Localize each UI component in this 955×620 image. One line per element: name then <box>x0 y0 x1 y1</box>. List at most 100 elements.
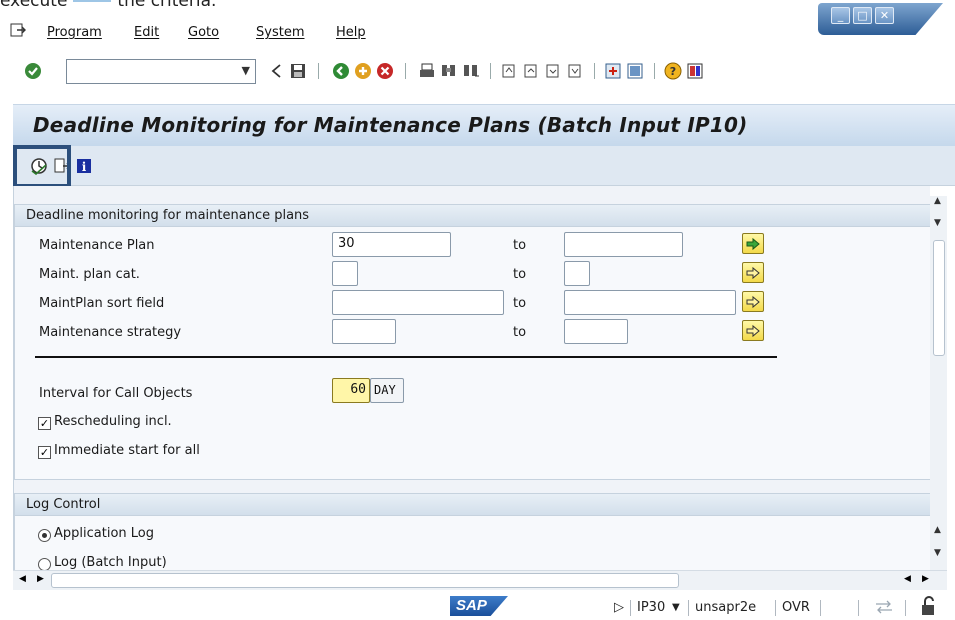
application-toolbar: i <box>13 146 955 186</box>
layout-menu-icon[interactable] <box>686 62 704 80</box>
separator-line <box>35 356 777 358</box>
to-label: to <box>513 296 527 311</box>
maintenance-plan-to-input[interactable] <box>564 232 683 257</box>
first-page-icon[interactable] <box>500 62 518 80</box>
group-heading: Deadline monitoring for maintenance plan… <box>15 205 930 227</box>
scroll-up-icon[interactable]: ▲ <box>934 196 941 206</box>
scroll-right-icon[interactable]: ▶ <box>37 574 44 584</box>
arrow-right-icon <box>746 266 760 280</box>
maintenance-strategy-to-input[interactable] <box>564 319 628 344</box>
interval-label: Interval for Call Objects <box>39 386 193 401</box>
transaction-code: IP30 <box>637 600 666 615</box>
arrow-right-icon <box>746 324 760 338</box>
vertical-scrollbar[interactable]: ▲ ▼ ▲ ▼ <box>930 196 947 570</box>
menu-bar: Program Edit Goto System Help <box>0 19 955 45</box>
instruction-prefix: execute <box>0 0 68 11</box>
to-label: to <box>513 238 527 253</box>
menu-system[interactable]: System <box>256 25 304 40</box>
interval-input[interactable]: 60 <box>332 378 370 403</box>
create-session-icon[interactable] <box>604 62 622 80</box>
to-label: to <box>513 267 527 282</box>
scroll-right-icon[interactable]: ▶ <box>922 574 929 584</box>
find-icon[interactable] <box>440 62 458 80</box>
scroll-down-icon[interactable]: ▼ <box>934 218 941 228</box>
menu-help[interactable]: Help <box>336 25 366 40</box>
interval-unit-field: DAY <box>370 378 404 403</box>
previous-page-icon[interactable] <box>522 62 540 80</box>
svg-text:i: i <box>82 160 87 174</box>
status-bar: SAP ▷ IP30 ▼ unsapr2e OVR <box>0 592 955 620</box>
menu-program[interactable]: Program <box>47 25 102 40</box>
maintplan-sort-field-label: MaintPlan sort field <box>39 296 165 311</box>
information-icon[interactable]: i <box>75 157 93 175</box>
selection-screen: Deadline monitoring for maintenance plan… <box>13 186 931 573</box>
group-heading: Log Control <box>15 494 930 516</box>
execute-highlight-frame <box>13 145 71 188</box>
command-field[interactable]: ▼ <box>66 59 256 84</box>
maintenance-plan-label: Maintenance Plan <box>39 238 155 253</box>
to-label: to <box>513 325 527 340</box>
scroll-left-icon[interactable]: ◀ <box>19 574 26 584</box>
scroll-thumb[interactable] <box>51 573 679 588</box>
last-page-icon[interactable] <box>566 62 584 80</box>
instruction-text: execute the criteria. <box>0 0 216 11</box>
chevron-down-icon[interactable]: ▼ <box>672 602 680 613</box>
title-band: Deadline Monitoring for Maintenance Plan… <box>13 104 955 146</box>
chevron-down-icon[interactable]: ▼ <box>242 64 250 77</box>
exit-menu-icon[interactable] <box>10 23 26 37</box>
save-icon[interactable] <box>289 62 307 80</box>
batch-input-log-label: Log (Batch Input) <box>54 555 167 570</box>
sap-logo-text: SAP <box>456 597 487 614</box>
instruction-blank <box>73 0 112 2</box>
help-icon[interactable]: ? <box>664 62 682 80</box>
maintplan-sort-field-from-input[interactable] <box>332 290 504 315</box>
radio-application-log[interactable] <box>38 529 51 542</box>
maintplan-sort-field-to-input[interactable] <box>564 290 736 315</box>
multiple-selection-button[interactable] <box>742 262 764 283</box>
shortcut-icon[interactable] <box>626 62 644 80</box>
cancel-icon[interactable] <box>376 62 394 80</box>
arrow-right-icon <box>746 237 760 251</box>
svg-text:?: ? <box>670 65 676 78</box>
arrow-right-icon <box>746 295 760 309</box>
rescheduling-label: Rescheduling incl. <box>54 414 172 429</box>
maintenance-plan-from-input[interactable]: 30 <box>332 232 451 257</box>
scroll-left-icon[interactable]: ◀ <box>904 574 911 584</box>
lock-icon <box>922 596 934 615</box>
menu-goto[interactable]: Goto <box>188 25 219 40</box>
multiple-selection-button[interactable] <box>742 233 764 254</box>
horizontal-scrollbar[interactable]: ◀ ▶ ◀ ▶ <box>13 570 947 590</box>
menu-edit[interactable]: Edit <box>134 25 159 40</box>
maintenance-strategy-label: Maintenance strategy <box>39 325 182 340</box>
group-deadline-monitoring: Deadline monitoring for maintenance plan… <box>14 204 931 480</box>
input-mode: OVR <box>782 600 810 615</box>
immediate-start-label: Immediate start for all <box>54 443 200 458</box>
multiple-selection-button[interactable] <box>742 320 764 341</box>
play-icon[interactable]: ▷ <box>614 600 624 615</box>
page-title: Deadline Monitoring for Maintenance Plan… <box>33 113 748 137</box>
maint-plan-cat-from-input[interactable] <box>332 261 358 286</box>
multiple-selection-button[interactable] <box>742 291 764 312</box>
save-history-icon[interactable] <box>268 62 286 80</box>
find-next-icon[interactable] <box>462 62 480 80</box>
connection-icon <box>876 600 892 614</box>
rescheduling-checkbox[interactable]: ✓ <box>38 417 51 430</box>
scroll-thumb[interactable] <box>933 240 945 356</box>
scroll-down-icon[interactable]: ▼ <box>934 548 941 558</box>
back-icon[interactable] <box>332 62 350 80</box>
sap-logo: SAP <box>450 596 508 616</box>
maintenance-strategy-from-input[interactable] <box>332 319 396 344</box>
enter-icon[interactable] <box>24 62 42 80</box>
scroll-up-icon[interactable]: ▲ <box>934 525 941 535</box>
instruction-suffix: the criteria. <box>117 0 217 11</box>
next-page-icon[interactable] <box>544 62 562 80</box>
server-name: unsapr2e <box>695 600 757 615</box>
standard-toolbar: ▼ ? <box>0 55 955 87</box>
maint-plan-cat-to-input[interactable] <box>564 261 590 286</box>
maint-plan-cat-label: Maint. plan cat. <box>39 267 140 282</box>
application-log-label: Application Log <box>54 526 154 541</box>
exit-icon[interactable] <box>354 62 372 80</box>
print-icon[interactable] <box>418 62 436 80</box>
group-log-control: Log Control Application Log Log (Batch I… <box>14 493 931 573</box>
immediate-start-checkbox[interactable]: ✓ <box>38 446 51 459</box>
